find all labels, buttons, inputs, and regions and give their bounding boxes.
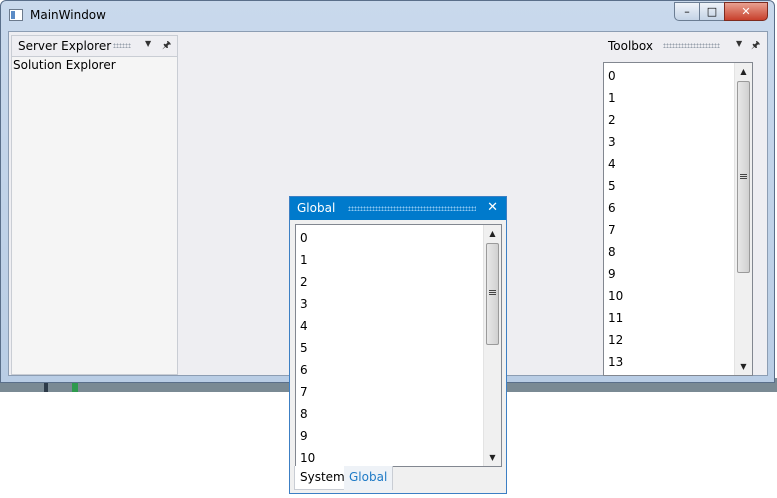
pane-title: Server Explorer xyxy=(18,39,112,53)
vertical-scrollbar[interactable]: ▲ ▼ xyxy=(483,225,501,466)
toolbox-header[interactable]: Toolbox ▼ 🖈 xyxy=(603,36,764,56)
list-item[interactable]: 5 xyxy=(300,340,315,362)
list-item[interactable]: 2 xyxy=(608,112,623,134)
arrow-down-icon[interactable]: ▼ xyxy=(735,358,752,375)
minimize-button[interactable]: – xyxy=(674,2,700,21)
list-item[interactable]: 1 xyxy=(608,90,623,112)
list-item[interactable]: 2 xyxy=(300,274,315,296)
chevron-down-icon[interactable]: ▼ xyxy=(145,39,151,48)
arrow-up-icon[interactable]: ▲ xyxy=(735,63,752,80)
list-item[interactable]: 3 xyxy=(608,134,623,156)
list-item[interactable]: 4 xyxy=(300,318,315,340)
tab-global[interactable]: Global xyxy=(344,466,394,490)
tab-system[interactable]: System xyxy=(294,466,351,490)
list-item[interactable]: 8 xyxy=(608,244,623,266)
list-item[interactable]: 9 xyxy=(608,266,623,288)
toolbox-pane: Toolbox ▼ 🖈 0 1 2 3 4 5 6 7 8 9 10 11 12 13 ▲ ▼ xyxy=(602,35,765,376)
list-item[interactable]: 13 xyxy=(608,354,623,375)
global-list[interactable]: 0 1 2 3 4 5 6 7 8 9 10 ▲ ▼ xyxy=(295,224,502,467)
list-item[interactable]: 9 xyxy=(300,428,315,450)
list-item[interactable]: 5 xyxy=(608,178,623,200)
drag-grip[interactable] xyxy=(113,43,131,48)
floating-window-title: Global xyxy=(297,201,336,215)
solution-explorer-tab[interactable]: Solution Explorer xyxy=(13,58,116,72)
toolbox-items: 0 1 2 3 4 5 6 7 8 9 10 11 12 13 xyxy=(608,68,623,375)
list-item[interactable]: 4 xyxy=(608,156,623,178)
global-floating-window: Global ✕ 0 1 2 3 4 5 6 7 8 9 10 ▲ ▼ System Global xyxy=(289,196,507,494)
document-tabs: System Global xyxy=(290,466,506,492)
pin-icon[interactable]: 🖈 xyxy=(751,38,760,55)
server-explorer-pane: Server Explorer ▼ 🖈 Solution Explorer xyxy=(11,35,178,375)
pin-icon[interactable]: 🖈 xyxy=(162,38,171,55)
maximize-button[interactable]: □ xyxy=(699,2,725,21)
chevron-down-icon[interactable]: ▼ xyxy=(736,39,742,48)
server-explorer-header[interactable]: Server Explorer ▼ 🖈 xyxy=(12,36,177,57)
scrollbar-thumb[interactable] xyxy=(486,243,499,345)
drag-grip[interactable] xyxy=(348,206,476,211)
list-item[interactable]: 0 xyxy=(300,230,315,252)
list-item[interactable]: 6 xyxy=(608,200,623,222)
drag-grip[interactable] xyxy=(663,43,720,48)
thumb-grip xyxy=(740,174,747,179)
window-title: MainWindow xyxy=(30,8,106,22)
list-item[interactable]: 12 xyxy=(608,332,623,354)
list-item[interactable]: 10 xyxy=(608,288,623,310)
list-item[interactable]: 10 xyxy=(300,450,315,466)
toolbox-list[interactable]: 0 1 2 3 4 5 6 7 8 9 10 11 12 13 ▲ ▼ xyxy=(603,62,753,376)
close-icon: ✕ xyxy=(741,5,751,18)
list-item[interactable]: 6 xyxy=(300,362,315,384)
arrow-down-icon[interactable]: ▼ xyxy=(484,449,501,466)
list-item[interactable]: 0 xyxy=(608,68,623,90)
thumb-grip xyxy=(489,290,496,295)
list-item[interactable]: 1 xyxy=(300,252,315,274)
list-item[interactable]: 8 xyxy=(300,406,315,428)
title-bar[interactable]: MainWindow – □ ✕ xyxy=(1,1,774,31)
list-item[interactable]: 11 xyxy=(608,310,623,332)
global-window-header[interactable]: Global ✕ xyxy=(290,197,506,220)
arrow-up-icon[interactable]: ▲ xyxy=(484,225,501,242)
close-icon[interactable]: ✕ xyxy=(487,200,498,215)
list-item[interactable]: 7 xyxy=(300,384,315,406)
list-item[interactable]: 3 xyxy=(300,296,315,318)
pane-title: Toolbox xyxy=(608,39,653,53)
list-item[interactable]: 7 xyxy=(608,222,623,244)
app-window-icon xyxy=(9,9,23,21)
minimize-icon: – xyxy=(684,5,690,18)
maximize-icon: □ xyxy=(706,5,718,18)
global-items: 0 1 2 3 4 5 6 7 8 9 10 xyxy=(300,230,315,466)
vertical-scrollbar[interactable]: ▲ ▼ xyxy=(734,63,752,375)
scrollbar-thumb[interactable] xyxy=(737,81,750,273)
global-window-body: 0 1 2 3 4 5 6 7 8 9 10 ▲ ▼ System Global xyxy=(290,220,506,493)
close-button[interactable]: ✕ xyxy=(724,2,768,21)
